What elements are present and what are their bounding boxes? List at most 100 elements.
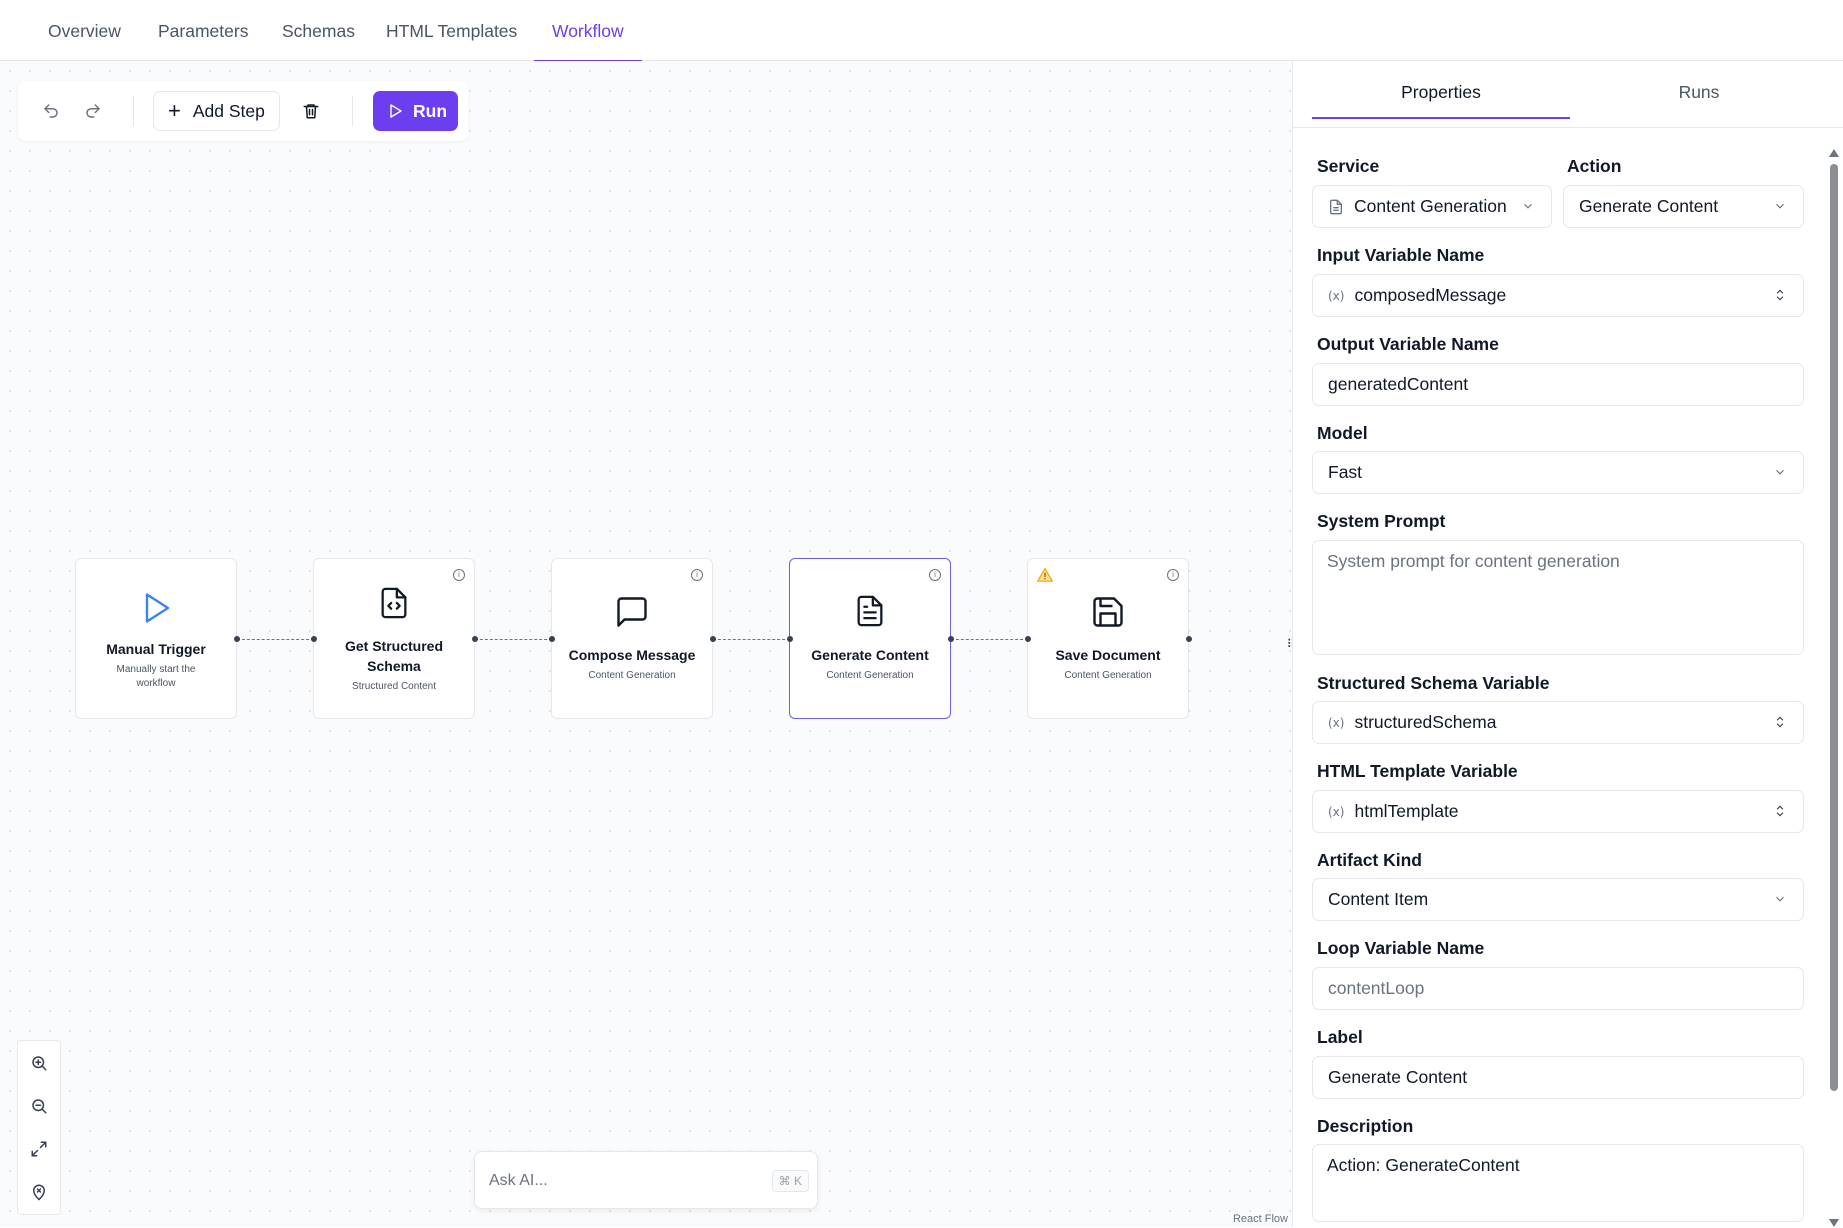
service-value: Content Generation xyxy=(1354,196,1507,216)
node-subtitle: Manually start the workflow xyxy=(116,664,196,689)
node-subtitle: Content Generation xyxy=(826,670,914,681)
edge-trigger-to-schema[interactable] xyxy=(237,639,314,640)
service-label: Service xyxy=(1317,156,1380,176)
description-label: Description xyxy=(1317,1116,1414,1136)
tab-parameters[interactable]: Parameters xyxy=(140,0,266,61)
tab-schemas[interactable]: Schemas xyxy=(264,0,373,61)
input-variable-value: composedMessage xyxy=(1354,285,1507,305)
schema-variable-select[interactable]: (x) structuredSchema xyxy=(1312,701,1804,744)
node-subtitle: Content Generation xyxy=(1064,670,1152,681)
output-variable-input[interactable]: generatedContent xyxy=(1312,363,1804,406)
node-output-handle[interactable] xyxy=(948,636,954,642)
node-generate-content[interactable]: i Generate Content Content Generation xyxy=(789,558,951,719)
html-template-variable-value: htmlTemplate xyxy=(1354,801,1459,821)
node-subtitle: Structured Content xyxy=(352,681,436,692)
top-tab-bar: Overview Parameters Schemas HTML Templat… xyxy=(0,0,1843,62)
edge-generate-to-save[interactable] xyxy=(951,639,1028,640)
scroll-up-arrow-icon xyxy=(1829,149,1839,157)
node-output-handle[interactable] xyxy=(472,636,478,642)
description-textarea[interactable]: Action: GenerateContent xyxy=(1312,1144,1804,1222)
undo-icon[interactable] xyxy=(36,96,66,126)
tab-html-templates[interactable]: HTML Templates xyxy=(368,0,535,61)
node-input-handle[interactable] xyxy=(787,636,793,642)
info-icon[interactable]: i xyxy=(453,569,465,581)
variable-icon: (x) xyxy=(1328,804,1345,819)
node-subtitle: Content Generation xyxy=(588,670,676,681)
loop-variable-placeholder: contentLoop xyxy=(1328,978,1425,998)
variable-icon: (x) xyxy=(1328,288,1345,303)
system-prompt-textarea[interactable]: System prompt for content generation xyxy=(1312,540,1804,655)
edge-schema-to-compose[interactable] xyxy=(475,639,552,640)
file-code-icon xyxy=(377,584,411,627)
label-value: Generate Content xyxy=(1328,1067,1468,1087)
variable-icon: (x) xyxy=(1328,715,1345,730)
node-title: Compose Message xyxy=(568,647,696,663)
output-variable-label: Output Variable Name xyxy=(1317,334,1499,354)
node-output-handle[interactable] xyxy=(710,636,716,642)
edge-compose-to-generate[interactable] xyxy=(713,639,790,640)
info-icon[interactable]: i xyxy=(1167,569,1179,581)
save-icon xyxy=(1090,594,1126,635)
node-title: Save Document xyxy=(1055,647,1161,663)
zoom-in-icon[interactable] xyxy=(18,1041,60,1084)
node-title: Get Structured Schema xyxy=(344,638,443,674)
trash-icon[interactable] xyxy=(296,96,326,126)
redo-icon[interactable] xyxy=(78,96,108,126)
chevron-down-icon xyxy=(1776,203,1784,209)
node-save-document[interactable]: i Save Document Content Generation xyxy=(1027,558,1189,719)
ask-ai-box: ⌘ K xyxy=(474,1151,818,1209)
loop-variable-label: Loop Variable Name xyxy=(1317,938,1485,958)
artifact-kind-select[interactable]: Content Item xyxy=(1312,878,1804,921)
html-template-variable-label: HTML Template Variable xyxy=(1317,761,1518,781)
react-flow-attribution[interactable]: React Flow xyxy=(1233,1213,1288,1225)
play-icon xyxy=(390,104,402,118)
scrollbar-thumb[interactable] xyxy=(1830,164,1838,1091)
properties-panel: Properties Runs Service Action Content G… xyxy=(1292,61,1843,1227)
add-step-button[interactable]: + Add Step xyxy=(153,91,280,131)
label-input[interactable]: Generate Content xyxy=(1312,1056,1804,1099)
workflow-canvas[interactable]: + Add Step Run Manual Trigger Manually s… xyxy=(0,61,1292,1227)
chevron-down-icon xyxy=(1776,896,1784,902)
loop-variable-input[interactable]: contentLoop xyxy=(1312,967,1804,1010)
panel-tab-divider xyxy=(1293,127,1843,128)
chevrons-up-down-icon xyxy=(1776,805,1784,817)
file-text-icon xyxy=(853,592,887,635)
ask-ai-input[interactable] xyxy=(489,1166,739,1196)
node-compose-message[interactable]: i Compose Message Content Generation xyxy=(551,558,713,719)
html-template-variable-select[interactable]: (x) htmlTemplate xyxy=(1312,790,1804,833)
tab-overview[interactable]: Overview xyxy=(30,0,139,61)
node-title: Generate Content xyxy=(811,647,929,663)
tab-runs[interactable]: Runs xyxy=(1570,61,1828,116)
run-button[interactable]: Run xyxy=(373,91,458,131)
service-select[interactable]: Content Generation xyxy=(1312,185,1552,228)
fit-view-icon[interactable] xyxy=(18,1127,60,1170)
chevrons-up-down-icon xyxy=(1776,716,1784,728)
action-label: Action xyxy=(1567,156,1622,176)
action-select[interactable]: Generate Content xyxy=(1563,185,1804,228)
info-icon[interactable]: i xyxy=(929,569,941,581)
panel-scrollbar[interactable] xyxy=(1827,149,1841,1227)
shortcut-badge: ⌘ K xyxy=(771,1170,809,1192)
toolbar-divider xyxy=(352,96,353,126)
node-input-handle[interactable] xyxy=(311,636,317,642)
input-variable-select[interactable]: (x) composedMessage xyxy=(1312,274,1804,317)
tab-workflow[interactable]: Workflow xyxy=(534,0,642,62)
zoom-out-icon[interactable] xyxy=(18,1084,60,1127)
info-icon[interactable]: i xyxy=(691,569,703,581)
node-manual-trigger[interactable]: Manual Trigger Manually start the workfl… xyxy=(75,558,237,719)
node-input-handle[interactable] xyxy=(549,636,555,642)
action-value: Generate Content xyxy=(1579,196,1719,216)
tab-properties[interactable]: Properties xyxy=(1312,61,1570,119)
schema-variable-value: structuredSchema xyxy=(1354,712,1497,732)
node-get-structured-schema[interactable]: i Get Structured Schema Structured Conte… xyxy=(313,558,475,719)
node-output-handle[interactable] xyxy=(1186,636,1192,642)
artifact-kind-label: Artifact Kind xyxy=(1317,850,1422,870)
location-pin-icon[interactable] xyxy=(18,1170,60,1213)
model-select[interactable]: Fast xyxy=(1312,451,1804,494)
label-field-label: Label xyxy=(1317,1027,1363,1047)
canvas-toolbar: + Add Step Run xyxy=(18,81,468,141)
artifact-kind-value: Content Item xyxy=(1328,889,1429,909)
node-input-handle[interactable] xyxy=(1025,636,1031,642)
warning-icon[interactable] xyxy=(1037,567,1053,587)
node-output-handle[interactable] xyxy=(234,636,240,642)
